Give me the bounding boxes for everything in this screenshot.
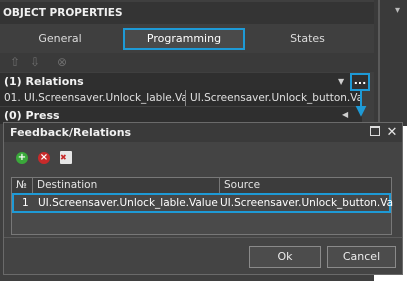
move-down-icon[interactable]: ⇩ xyxy=(28,55,42,69)
document-delete-icon[interactable]: ✖ xyxy=(60,151,72,164)
panel-divider[interactable] xyxy=(378,0,380,126)
close-icon[interactable]: ✕ xyxy=(385,123,399,142)
ok-button[interactable]: Ok xyxy=(249,246,321,268)
relation-source: UI.Screensaver.Unlock_button.Value xyxy=(185,90,362,106)
table-row[interactable]: 1 UI.Screensaver.Unlock_lable.Value UI.S… xyxy=(12,193,393,213)
add-icon[interactable]: + xyxy=(16,152,28,164)
tab-states[interactable]: States xyxy=(250,29,365,49)
remove-icon[interactable]: × xyxy=(38,152,50,164)
more-button[interactable]: ... xyxy=(350,73,370,91)
relation-destination: 01. UI.Screensaver.Unlock_lable.Value xyxy=(4,92,185,104)
divider xyxy=(4,237,402,238)
tab-general[interactable]: General xyxy=(4,29,116,49)
row-destination: UI.Screensaver.Unlock_lable.Value xyxy=(38,197,218,209)
relation-row[interactable]: 01. UI.Screensaver.Unlock_lable.Value UI… xyxy=(0,90,362,106)
delete-icon[interactable]: ⊗ xyxy=(55,55,69,69)
tab-programming[interactable]: Programming xyxy=(123,28,245,50)
move-up-icon[interactable]: ⇧ xyxy=(8,55,22,69)
dialog-title: Feedback/Relations xyxy=(4,123,402,142)
panel-title: OBJECT PROPERTIES xyxy=(0,2,374,24)
column-number[interactable]: № xyxy=(12,178,33,193)
callout-arrow-icon: ▼ xyxy=(355,103,367,119)
chevron-down-icon[interactable]: ▾ xyxy=(395,5,407,17)
column-destination[interactable]: Destination xyxy=(33,178,220,193)
grid-header: № Destination Source xyxy=(12,178,391,193)
cancel-button[interactable]: Cancel xyxy=(327,246,396,268)
relations-section-header[interactable]: (1) Relations xyxy=(0,73,362,90)
expand-arrow-icon[interactable]: ◀ xyxy=(342,110,350,120)
collapse-arrow-icon[interactable]: ▼ xyxy=(338,77,346,87)
column-source[interactable]: Source xyxy=(220,178,391,193)
maximize-icon[interactable] xyxy=(370,126,380,136)
row-source: UI.Screensaver.Unlock_button.Value xyxy=(220,197,393,209)
